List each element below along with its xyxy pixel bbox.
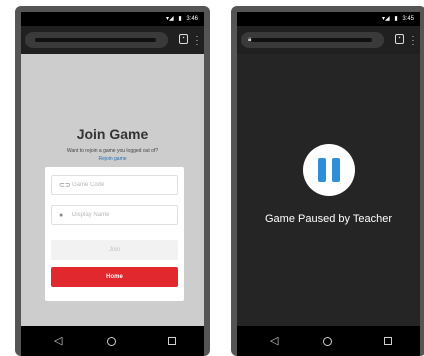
android-nav-bar: ◁: [21, 326, 204, 356]
join-button[interactable]: Join: [51, 240, 178, 260]
status-time: 3:46: [186, 16, 198, 22]
status-bar: ▾◢ ▮ 3:46: [21, 12, 204, 26]
browser-toolbar: ▪ · · ·: [21, 26, 204, 54]
recents-square-icon[interactable]: [380, 333, 396, 349]
redacted-url: [35, 38, 156, 42]
redacted-url: [251, 38, 372, 42]
pause-bar-left: [317, 158, 326, 182]
signal-icon: ▾◢: [382, 16, 390, 22]
overflow-menu-icon[interactable]: · · ·: [195, 32, 199, 49]
rejoin-prompt: Want to rejoin a game you logged out of?: [66, 148, 159, 154]
tab-switcher-icon[interactable]: ▪: [395, 34, 404, 44]
battery-icon: ▮: [394, 16, 398, 22]
pause-bar-right: [331, 158, 340, 182]
screen-left: ▾◢ ▮ 3:46 ▪ · · · Join Game Want to rejoin…: [21, 12, 204, 356]
home-circle-icon[interactable]: [103, 333, 119, 349]
status-bar: ▾◢ ▮ 3:45: [237, 12, 420, 26]
address-bar[interactable]: [25, 32, 168, 48]
battery-icon: ▮: [178, 16, 182, 22]
game-code-input[interactable]: [72, 179, 173, 191]
status-icons: ▾◢ ▮ 3:45: [379, 16, 414, 22]
status-icons: ▾◢ ▮ 3:46: [163, 16, 198, 22]
back-triangle-icon[interactable]: ◁: [266, 333, 282, 349]
status-time: 3:45: [402, 16, 414, 22]
link-icon: ⊂⊃: [59, 182, 71, 189]
pause-icon: [302, 144, 355, 196]
join-card: ⊂⊃ ● Join Home: [45, 167, 184, 301]
recents-square-icon[interactable]: [164, 333, 180, 349]
display-name-input[interactable]: [72, 209, 173, 221]
screen-right: ▾◢ ▮ 3:45 🔒︎ ▪ · · · Game Paused by Teache…: [237, 12, 420, 356]
signal-icon: ▾◢: [166, 16, 174, 22]
paused-message: Game Paused by Teacher: [265, 213, 392, 225]
overflow-menu-icon[interactable]: · · ·: [411, 32, 415, 49]
phone-join-game: ▾◢ ▮ 3:46 ▪ · · · Join Game Want to rejoin…: [15, 6, 210, 356]
back-triangle-icon[interactable]: ◁: [50, 333, 66, 349]
person-icon: ●: [59, 212, 64, 219]
join-game-page: Join Game Want to rejoin a game you logg…: [21, 54, 204, 326]
display-name-field[interactable]: ●: [51, 205, 178, 225]
phone-game-paused: ▾◢ ▮ 3:45 🔒︎ ▪ · · · Game Paused by Teache…: [231, 6, 424, 356]
game-code-field[interactable]: ⊂⊃: [51, 175, 178, 195]
game-paused-page: Game Paused by Teacher: [237, 54, 420, 326]
address-bar[interactable]: 🔒︎: [241, 32, 384, 48]
browser-toolbar: 🔒︎ ▪ · · ·: [237, 26, 420, 54]
home-circle-icon[interactable]: [319, 333, 335, 349]
android-nav-bar: ◁: [237, 326, 420, 356]
rejoin-link[interactable]: Rejoin game: [21, 156, 204, 162]
home-button[interactable]: Home: [51, 267, 178, 287]
tab-switcher-icon[interactable]: ▪: [179, 34, 188, 44]
page-title: Join Game: [76, 126, 149, 142]
